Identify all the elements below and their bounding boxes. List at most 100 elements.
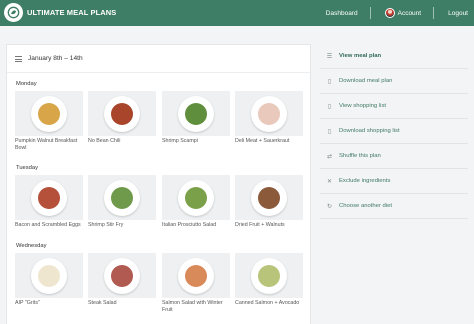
meal-image[interactable] xyxy=(15,175,83,220)
sidebar-item-exclude-ingredients[interactable]: ✕ Exclude ingredients xyxy=(320,169,468,194)
plate-image xyxy=(104,95,140,132)
date-range: January 8th – 14th xyxy=(28,55,83,62)
meal-name[interactable]: Shrimp Stir Fry xyxy=(88,222,156,229)
avatar xyxy=(384,8,395,18)
meal-name[interactable]: No Bean Chili xyxy=(88,138,156,145)
document-icon: ▯ xyxy=(327,78,332,85)
plate-image xyxy=(251,257,287,294)
meal-image[interactable] xyxy=(162,253,230,298)
brand[interactable]: ULTIMATE MEAL PLANS xyxy=(4,3,116,22)
sidebar-item-label: Shuffle this plan xyxy=(339,153,381,159)
document-icon: ▯ xyxy=(327,128,332,135)
brand-name: ULTIMATE MEAL PLANS xyxy=(27,8,117,17)
meal-name[interactable]: Pumpkin Walnut Breakfast Bowl xyxy=(15,138,83,152)
plate-image xyxy=(178,257,214,294)
meal-name[interactable]: Canned Salmon + Avocado xyxy=(235,300,303,307)
meal-card[interactable]: Steak Salad xyxy=(88,253,156,307)
meal-card[interactable]: Dried Fruit + Walnuts xyxy=(235,175,303,229)
meal-name[interactable]: Steak Salad xyxy=(88,300,156,307)
close-icon: ✕ xyxy=(326,178,333,185)
plate-image xyxy=(31,95,67,132)
sidebar-item-choose-another-diet[interactable]: ↻ Choose another diet xyxy=(320,194,468,219)
plate-image xyxy=(251,95,287,132)
shuffle-icon: ⇄ xyxy=(326,153,333,160)
panel-header: January 8th – 14th xyxy=(7,45,312,73)
meal-card[interactable]: Salmon Salad with Winter Fruit xyxy=(162,253,230,314)
sidebar-item-label: Download meal plan xyxy=(339,78,393,84)
meal-image[interactable] xyxy=(162,175,230,220)
meal-image[interactable] xyxy=(235,253,303,298)
meal-image[interactable] xyxy=(88,91,156,136)
meal-plan-panel: January 8th – 14th Monday Pumpkin Walnut … xyxy=(6,44,312,324)
meal-name[interactable]: Italian Prosciutto Salad xyxy=(162,222,230,229)
sidebar-item-shuffle-this-plan[interactable]: ⇄ Shuffle this plan xyxy=(320,144,468,169)
food-image xyxy=(185,102,207,125)
meal-card[interactable]: Canned Salmon + Avocado xyxy=(235,253,303,307)
top-navbar: ULTIMATE MEAL PLANS Dashboard Account Lo… xyxy=(0,0,474,26)
meal-name[interactable]: Deli Meat + Sauerkraut xyxy=(235,138,303,145)
meal-image[interactable] xyxy=(88,175,156,220)
meal-name[interactable]: Dried Fruit + Walnuts xyxy=(235,222,303,229)
nav-dashboard[interactable]: Dashboard xyxy=(326,10,358,17)
refresh-icon: ↻ xyxy=(326,203,333,210)
document-icon: ▯ xyxy=(327,103,332,110)
meal-card[interactable]: No Bean Chili xyxy=(88,91,156,145)
day-label: Wednesday xyxy=(16,243,47,249)
food-image xyxy=(185,186,207,209)
nav-logout[interactable]: Logout xyxy=(448,10,468,17)
meal-card[interactable]: Bacon and Scrambled Eggs xyxy=(15,175,83,229)
meal-name[interactable]: AIP "Grits" xyxy=(15,300,83,307)
meal-image[interactable] xyxy=(15,253,83,298)
meal-name[interactable]: Shrimp Scampi xyxy=(162,138,230,145)
food-image xyxy=(111,264,133,287)
meal-image[interactable] xyxy=(88,253,156,298)
food-image xyxy=(258,102,280,125)
nav-account[interactable]: Account xyxy=(384,8,422,18)
meal-card[interactable]: Shrimp Stir Fry xyxy=(88,175,156,229)
action-sidebar: ☰ View meal plan ▯ Download meal plan ▯ View … xyxy=(320,44,468,219)
nav-account-label: Account xyxy=(397,9,422,17)
food-image xyxy=(258,264,280,287)
food-image xyxy=(185,264,207,287)
menu-icon[interactable] xyxy=(15,56,22,62)
day-label: Tuesday xyxy=(16,165,39,171)
meal-card[interactable]: Deli Meat + Sauerkraut xyxy=(235,91,303,145)
sidebar-item-label: View shopping list xyxy=(339,103,387,109)
plate-image xyxy=(104,179,140,216)
food-image xyxy=(111,186,133,209)
food-image xyxy=(38,264,60,287)
meal-card[interactable]: Italian Prosciutto Salad xyxy=(162,175,230,229)
logo-icon xyxy=(4,3,23,22)
meal-image[interactable] xyxy=(162,91,230,136)
meal-card[interactable]: Pumpkin Walnut Breakfast Bowl xyxy=(15,91,83,152)
meal-card[interactable]: AIP "Grits" xyxy=(15,253,83,307)
nav-divider xyxy=(433,7,435,19)
meal-image[interactable] xyxy=(235,91,303,136)
meal-name[interactable]: Salmon Salad with Winter Fruit xyxy=(162,300,230,314)
plate-image xyxy=(178,179,214,216)
sidebar-item-label: Choose another diet xyxy=(339,203,393,209)
food-image xyxy=(38,186,60,209)
plate-image xyxy=(104,257,140,294)
main-nav: Dashboard Account Logout xyxy=(312,0,468,26)
plate-image xyxy=(251,179,287,216)
meal-name[interactable]: Bacon and Scrambled Eggs xyxy=(15,222,83,229)
sidebar-item-label: View meal plan xyxy=(339,53,382,59)
meal-image[interactable] xyxy=(235,175,303,220)
plate-image xyxy=(178,95,214,132)
day-label: Monday xyxy=(16,81,37,87)
plate-image xyxy=(31,257,67,294)
food-image xyxy=(258,186,280,209)
meal-card[interactable]: Shrimp Scampi xyxy=(162,91,230,145)
sidebar-item-download-meal-plan[interactable]: ▯ Download meal plan xyxy=(320,69,468,94)
food-image xyxy=(38,102,60,125)
sidebar-item-download-shopping-list[interactable]: ▯ Download shopping list xyxy=(320,119,468,144)
plate-image xyxy=(31,179,67,216)
food-image xyxy=(111,102,133,125)
meal-image[interactable] xyxy=(15,91,83,136)
nav-divider xyxy=(369,7,371,19)
sidebar-item-view-shopping-list[interactable]: ▯ View shopping list xyxy=(320,94,468,119)
list-icon: ☰ xyxy=(326,53,333,60)
sidebar-item-view-meal-plan[interactable]: ☰ View meal plan xyxy=(320,44,468,69)
sidebar-item-label: Download shopping list xyxy=(339,128,400,134)
